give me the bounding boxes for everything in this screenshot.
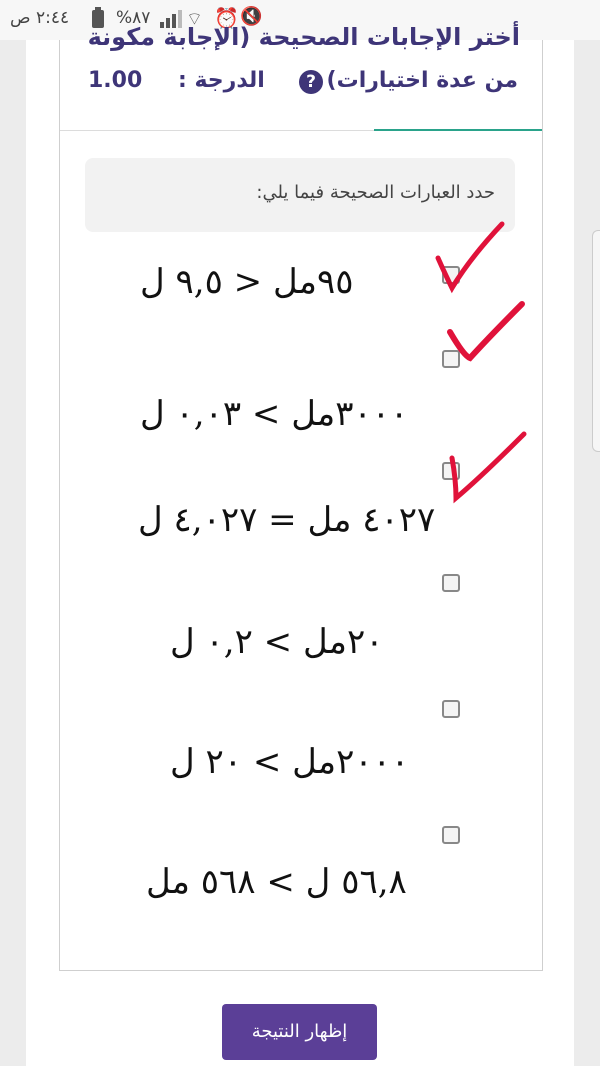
option-text-3: ٤٠٢٧ مل = ٤,٠٢٧ ل bbox=[138, 500, 436, 540]
question-meta: من عدة اختيارات) ? الدرجة : 1.00 bbox=[88, 68, 518, 102]
grade-value: 1.00 bbox=[88, 68, 143, 93]
scrollbar-handle[interactable] bbox=[592, 230, 600, 452]
divider-accent bbox=[374, 129, 542, 131]
option-checkbox-5[interactable] bbox=[442, 700, 460, 718]
option-text-4: ٢٠مل > ٠,٢ ل bbox=[170, 622, 384, 662]
option-text-6: ٥٦,٨ ل > ٥٦٨ مل bbox=[146, 862, 407, 902]
option-text-5: ٢٠٠٠مل > ٢٠ ل bbox=[170, 742, 410, 782]
check-mark-icon-1 bbox=[435, 221, 505, 294]
grade-label: الدرجة : bbox=[178, 68, 265, 93]
help-icon[interactable]: ? bbox=[299, 70, 323, 94]
option-text-1: ٩٥مل < ٩,٥ ل bbox=[140, 262, 354, 302]
option-text-2: ٣٠٠٠مل > ٠,٠٣ ل bbox=[140, 394, 409, 434]
question-title: أختر الإجابات الصحيحة (الإجابة مكونة bbox=[60, 18, 520, 56]
show-result-button[interactable]: إظهار النتيجة bbox=[222, 1004, 377, 1060]
check-mark-icon-2 bbox=[447, 301, 525, 362]
prompt-text: حدد العبارات الصحيحة فيما يلي: bbox=[256, 182, 495, 203]
option-checkbox-4[interactable] bbox=[442, 574, 460, 592]
question-title-line1: أختر الإجابات الصحيحة (الإجابة مكونة bbox=[87, 23, 520, 51]
option-checkbox-6[interactable] bbox=[442, 826, 460, 844]
question-title-line2: من عدة اختيارات) bbox=[326, 68, 518, 93]
check-mark-icon-3 bbox=[449, 431, 527, 504]
